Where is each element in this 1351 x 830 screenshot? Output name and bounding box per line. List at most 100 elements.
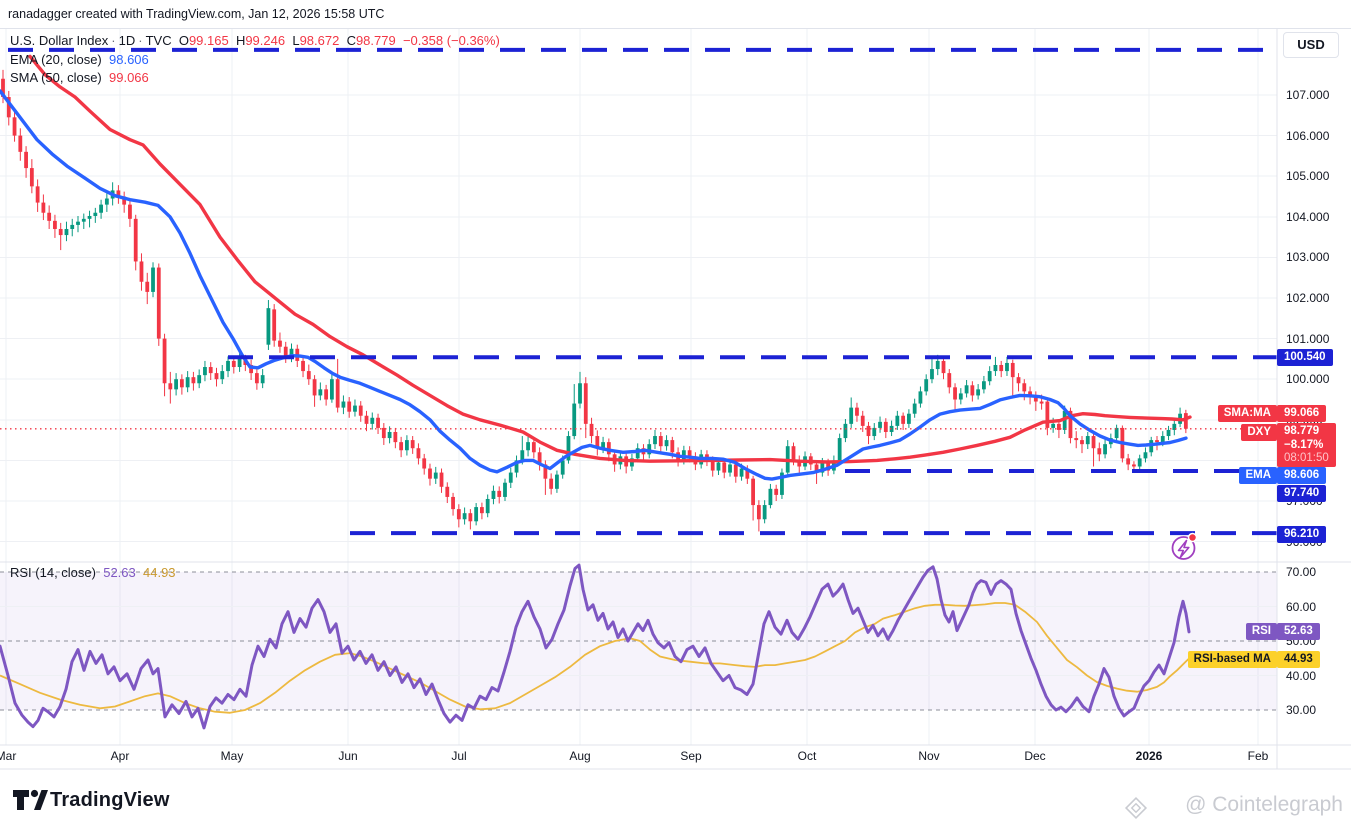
time-axis-label: 2026 [1136,749,1163,763]
candle [474,507,478,521]
candle [520,450,524,460]
candle [953,387,957,399]
candle [301,361,305,371]
ohlc-open: O99.165 [179,33,229,48]
candle [757,505,761,519]
candle [497,491,501,497]
candle [318,389,322,395]
candle [93,213,97,216]
candle [186,377,190,387]
candle [59,229,63,235]
chart-canvas[interactable] [0,0,1351,830]
sma50-line[interactable] [30,56,1190,462]
rsi-legend-value: 52.63 [103,565,136,580]
candle [365,416,369,424]
candle [561,460,565,474]
candle [215,373,219,379]
ema-legend-row[interactable]: EMA (20, close) 98.606 [10,52,149,67]
time-axis-label: Aug [569,749,590,763]
price-tick-label: 104.000 [1286,210,1329,224]
rsi-ma-badge-label: RSI-based MA [1188,651,1277,668]
candle [463,513,467,519]
candle [590,424,594,436]
time-axis-label: Apr [111,749,130,763]
rsi-badge-label: RSI [1246,623,1277,640]
price-tick-label: 101.000 [1286,332,1329,346]
time-axis-label: Oct [798,749,817,763]
candle [1017,377,1021,383]
candle [330,379,334,399]
candle [774,489,778,495]
cointelegraph-icon [1124,796,1148,820]
symbol-name[interactable]: U.S. Dollar Index [10,33,108,48]
candle [30,168,34,186]
price-tick-label: 102.000 [1286,291,1329,305]
candle [99,205,103,213]
candle [653,436,657,444]
rsi-ma-badge-value: 44.93 [1277,651,1320,668]
candle [936,361,940,369]
ema-legend-value: 98.606 [109,52,149,67]
rsi-tick-label: 30.00 [1286,703,1316,717]
candle [261,375,265,383]
interval-label[interactable]: 1D [119,33,136,48]
candle [486,499,490,513]
candle [88,216,92,219]
candle [457,509,461,519]
rsi-badge-value: 52.63 [1277,623,1320,640]
candle [670,440,674,452]
candle [867,426,871,436]
currency-usd-button[interactable]: USD [1283,32,1339,58]
candle [1126,458,1130,464]
candle [255,373,259,383]
time-axis-label: Sep [680,749,701,763]
candle [1080,440,1084,444]
candle [180,379,184,387]
rsi-tick-label: 60.00 [1286,600,1316,614]
tradingview-logo-icon[interactable] [12,789,48,815]
rsi-legend-row[interactable]: RSI (14, close) 52.63 44.93 [10,565,176,580]
candle [399,442,403,450]
candle [324,389,328,399]
candle [36,186,40,202]
candle [220,371,224,379]
candle [151,268,155,292]
candle [347,402,351,412]
candle [942,361,946,373]
candle [855,408,859,416]
price-tick-label: 105.000 [1286,169,1329,183]
ohlc-high: H99.246 [236,33,285,48]
sma-legend-value: 99.066 [109,70,149,85]
candle [41,203,45,213]
candle [884,422,888,432]
candle [919,391,923,403]
candle [555,475,559,489]
candle [272,309,276,340]
ema20-line[interactable] [0,91,1186,479]
candle [53,221,57,229]
price-tick-label: 106.000 [1286,129,1329,143]
candle [849,408,853,424]
flash-notification-dot [1189,534,1197,542]
candle [901,416,905,424]
candle [393,432,397,442]
candle [307,371,311,379]
candle [907,414,911,424]
candle [1103,444,1107,454]
candle [763,505,767,519]
candle [584,383,588,424]
candle [665,440,669,446]
candle [18,136,22,152]
tradingview-wordmark[interactable]: TradingView [50,789,170,812]
candle [480,507,484,513]
ema-badge-label: EMA [1239,467,1277,484]
candle [1132,464,1136,466]
candle [509,473,513,483]
sma-legend-row[interactable]: SMA (50, close) 99.066 [10,70,149,85]
candle [965,385,969,393]
candle [226,361,230,371]
candle [76,222,80,225]
candle [1092,436,1096,448]
symbol-legend-row[interactable]: U.S. Dollar Index·1D·TVC O99.165 H99.246… [10,33,500,48]
candle [734,464,738,476]
